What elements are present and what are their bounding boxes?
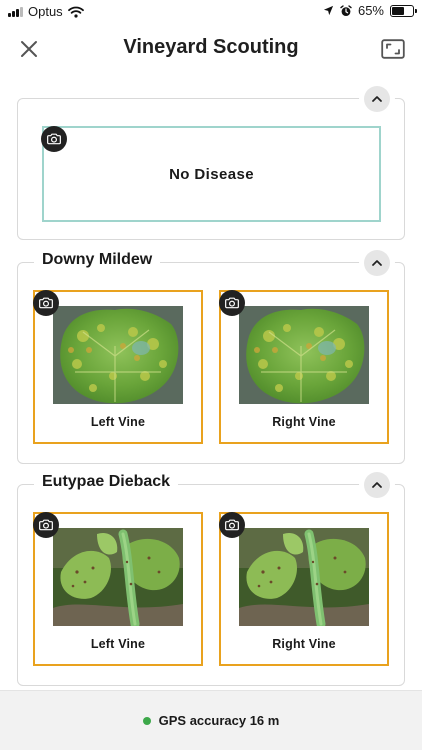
camera-button[interactable]	[219, 512, 245, 538]
battery-icon	[390, 4, 417, 17]
page-title: Vineyard Scouting	[123, 36, 299, 58]
right-vine-card[interactable]: Right Vine	[219, 290, 389, 444]
gps-status: GPS accuracy 16 m	[0, 713, 422, 728]
collapse-button[interactable]	[364, 86, 390, 112]
section-title: Eutypae Dieback	[34, 473, 179, 491]
alarm-icon	[340, 4, 352, 16]
vine-label: Right Vine	[272, 415, 336, 429]
nav-bar: Vineyard Scouting	[0, 24, 422, 74]
camera-icon	[224, 517, 240, 533]
status-left: Optus	[8, 4, 84, 19]
camera-button[interactable]	[33, 290, 59, 316]
wifi-icon	[67, 6, 84, 18]
expand-icon	[381, 39, 405, 59]
carrier-label: Optus	[28, 4, 63, 19]
camera-icon	[46, 131, 62, 147]
status-right: 65%	[323, 3, 417, 18]
no-disease-card[interactable]: No Disease	[42, 126, 381, 222]
footer: GPS accuracy 16 m	[0, 690, 422, 750]
downy-mildew-leaf-photo	[239, 306, 369, 404]
chevron-up-icon	[369, 255, 385, 271]
status-bar: Optus 65%	[0, 0, 422, 24]
no-disease-label: No Disease	[169, 165, 254, 183]
chevron-up-icon	[369, 477, 385, 493]
section-no-disease: No Disease	[17, 86, 405, 240]
collapse-button[interactable]	[364, 472, 390, 498]
section-title: Downy Mildew	[34, 251, 161, 269]
downy-mildew-leaf-photo	[53, 306, 183, 404]
gps-accuracy-label: GPS accuracy 16 m	[158, 713, 280, 728]
gps-status-dot	[142, 716, 151, 725]
left-vine-card[interactable]: Left Vine	[33, 512, 203, 666]
eutypa-shoot-photo	[239, 528, 369, 626]
left-vine-card[interactable]: Left Vine	[33, 290, 203, 444]
eutypa-shoot-photo	[53, 528, 183, 626]
camera-button[interactable]	[219, 290, 245, 316]
signal-icon	[8, 6, 23, 17]
scouting-list[interactable]: No Disease Downy Mildew Left Vine Right …	[0, 86, 422, 690]
collapse-button[interactable]	[364, 250, 390, 276]
location-arrow-icon	[323, 5, 334, 16]
vine-label: Right Vine	[272, 637, 336, 651]
camera-button[interactable]	[33, 512, 59, 538]
battery-level	[392, 6, 405, 15]
camera-button[interactable]	[41, 126, 67, 152]
camera-icon	[224, 295, 240, 311]
camera-icon	[38, 517, 54, 533]
vine-label: Left Vine	[90, 637, 146, 651]
camera-icon	[38, 295, 54, 311]
right-vine-card[interactable]: Right Vine	[219, 512, 389, 666]
section-downy-mildew: Downy Mildew Left Vine Right Vine	[17, 250, 405, 464]
battery-percent: 65%	[357, 3, 384, 18]
section-eutypae-dieback: Eutypae Dieback Left Vine Right Vine	[17, 472, 405, 686]
chevron-up-icon	[369, 91, 385, 107]
expand-button[interactable]	[378, 34, 408, 64]
vine-label: Left Vine	[90, 415, 146, 429]
